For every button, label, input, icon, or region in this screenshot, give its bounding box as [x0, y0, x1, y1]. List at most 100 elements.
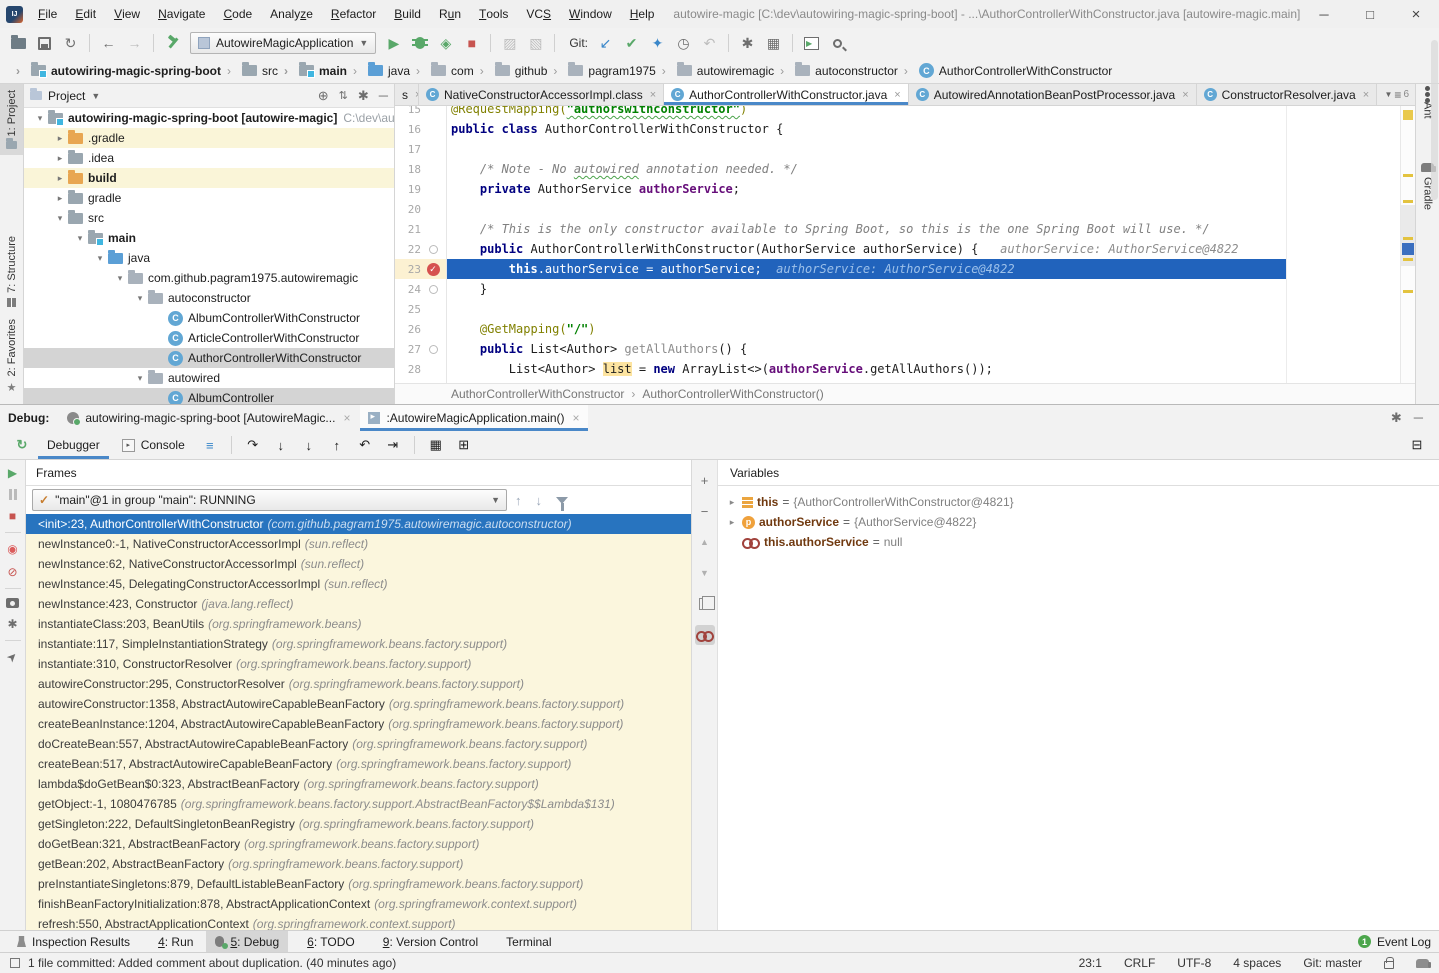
- code-line[interactable]: @RequestMapping("authorswithconstructor"…: [447, 106, 1400, 119]
- stack-frame-row[interactable]: instantiate:117, SimpleInstantiationStra…: [26, 634, 691, 654]
- breadcrumb-item[interactable]: main: [278, 64, 347, 78]
- gutter-line[interactable]: 17: [395, 139, 446, 159]
- variable-row[interactable]: ▸ this = {AuthorControllerWithConstructo…: [718, 492, 1439, 512]
- breadcrumb-item[interactable]: java: [347, 64, 410, 78]
- tool-window-button[interactable]: Inspection Results: [8, 931, 139, 952]
- stack-frame-row[interactable]: newInstance:62, NativeConstructorAccesso…: [26, 554, 691, 574]
- rollback-icon[interactable]: ↶: [697, 31, 722, 55]
- hide-panel-icon[interactable]: ─: [379, 88, 388, 103]
- maximize-button[interactable]: □: [1347, 0, 1393, 28]
- change-mark[interactable]: [1403, 290, 1413, 293]
- code-line[interactable]: [447, 299, 1400, 319]
- tree-node[interactable]: ▾ java: [24, 248, 394, 268]
- tree-chevron-icon[interactable]: ▸: [52, 193, 68, 204]
- sync-icon[interactable]: ↻: [58, 31, 83, 55]
- tree-node[interactable]: ▾ autoconstructor: [24, 288, 394, 308]
- status-widget[interactable]: 4 spaces: [1233, 956, 1281, 970]
- step-icon[interactable]: ⇥: [381, 434, 405, 456]
- tool-window-button[interactable]: 5: Debug: [206, 931, 288, 952]
- code-line[interactable]: [447, 199, 1400, 219]
- gear-icon[interactable]: ✱: [358, 88, 369, 104]
- minimize-button[interactable]: ─: [1301, 0, 1347, 28]
- tree-chevron-icon[interactable]: ▾: [92, 253, 108, 264]
- status-widget[interactable]: Git: master: [1303, 956, 1362, 970]
- step-icon[interactable]: ↓: [269, 434, 293, 456]
- viewport-indicator[interactable]: [1401, 205, 1415, 266]
- project-structure-icon[interactable]: ▦: [761, 31, 786, 55]
- code-line[interactable]: @GetMapping("/"): [447, 319, 1400, 339]
- menu-item[interactable]: View: [105, 0, 149, 28]
- tree-node[interactable]: ▾ main: [24, 228, 394, 248]
- add-watch-icon[interactable]: +: [695, 470, 715, 490]
- expand-chevron-icon[interactable]: ▸: [726, 517, 738, 528]
- collapse-all-icon[interactable]: ⇅: [339, 89, 348, 102]
- status-message-icon[interactable]: [10, 958, 20, 968]
- tree-node[interactable]: AlbumController: [24, 388, 394, 404]
- editor-tab[interactable]: AutowiredAnnotationBeanPostProcessor.jav…: [909, 84, 1197, 105]
- stack-frame-row[interactable]: doCreateBean:557, AbstractAutowireCapabl…: [26, 734, 691, 754]
- gear-icon[interactable]: ✱: [1391, 410, 1402, 426]
- close-icon[interactable]: [343, 411, 350, 425]
- tree-node[interactable]: ▸ .idea: [24, 148, 394, 168]
- pause-icon[interactable]: [9, 489, 17, 500]
- code-area[interactable]: @RequestMapping("authorswithconstructor"…: [447, 106, 1400, 383]
- rerun-icon[interactable]: ↻: [10, 434, 34, 456]
- code-line[interactable]: public AuthorControllerWithConstructor(A…: [447, 239, 1400, 259]
- filter-icon[interactable]: [556, 497, 568, 504]
- fold-icon[interactable]: [429, 285, 438, 294]
- frames-scrollbar[interactable]: [1431, 40, 1438, 200]
- tool-window-button[interactable]: 9: Version Control: [368, 931, 487, 952]
- git-cherry-pick-icon[interactable]: ✦: [645, 31, 670, 55]
- gutter-line[interactable]: 27: [395, 339, 446, 359]
- gutter-line[interactable]: 25: [395, 299, 446, 319]
- step-icon[interactable]: ↶: [353, 434, 377, 456]
- menu-item[interactable]: Build: [385, 0, 430, 28]
- code-line[interactable]: public class AuthorControllerWithConstru…: [447, 119, 1400, 139]
- tree-chevron-icon[interactable]: ▾: [132, 293, 148, 304]
- breadcrumb-class[interactable]: AuthorControllerWithConstructor: [451, 387, 624, 401]
- code-viewport[interactable]: 1516171819202122232425262728 @RequestMap…: [395, 106, 1415, 383]
- code-line[interactable]: this.authorService = authorService; auth…: [447, 259, 1400, 279]
- tree-node[interactable]: ▸ .gradle: [24, 128, 394, 148]
- close-icon[interactable]: [1363, 89, 1369, 101]
- restore-layout-icon[interactable]: ⊞: [452, 434, 476, 456]
- step-icon[interactable]: ↑: [325, 434, 349, 456]
- tree-node[interactable]: ▸ build: [24, 168, 394, 188]
- tree-chevron-icon[interactable]: ▾: [112, 273, 128, 284]
- event-log-button[interactable]: 1 Event Log: [1358, 935, 1431, 949]
- debug-icon[interactable]: [407, 31, 432, 55]
- search-everywhere-icon[interactable]: [825, 31, 850, 55]
- sidebar-tab-structure[interactable]: 7: Structure: [0, 230, 23, 313]
- pin-icon[interactable]: ➤: [4, 648, 21, 665]
- gutter-line[interactable]: 20: [395, 199, 446, 219]
- tree-node[interactable]: AlbumControllerWithConstructor: [24, 308, 394, 328]
- code-line[interactable]: }: [447, 279, 1400, 299]
- tool-window-button[interactable]: Terminal: [491, 931, 560, 952]
- status-message[interactable]: 1 file committed: Added comment about du…: [28, 956, 396, 970]
- editor-tab-clipped[interactable]: s: [395, 84, 419, 105]
- breadcrumb-method[interactable]: AuthorControllerWithConstructor(): [624, 387, 823, 401]
- menu-item[interactable]: VCS: [517, 0, 560, 28]
- stack-frame-row[interactable]: newInstance:423, Constructor(java.lang.r…: [26, 594, 691, 614]
- stack-frame-row[interactable]: createBean:517, AbstractAutowireCapableB…: [26, 754, 691, 774]
- git-update-icon[interactable]: ↙: [593, 31, 618, 55]
- gradle-status-icon[interactable]: [1416, 959, 1429, 968]
- move-up-icon[interactable]: ▲: [695, 532, 715, 552]
- thread-select[interactable]: ✓ "main"@1 in group "main": RUNNING ▼: [32, 489, 507, 511]
- debugger-view-tab[interactable]: Debugger: [38, 431, 109, 459]
- layout-menu-icon[interactable]: ≡: [198, 434, 222, 456]
- sidebar-tab-favorites[interactable]: 2: Favorites ★: [0, 313, 23, 400]
- gutter-line[interactable]: 24: [395, 279, 446, 299]
- tree-node[interactable]: ▸ gradle: [24, 188, 394, 208]
- code-line[interactable]: /* Note - No autowired annotation needed…: [447, 159, 1400, 179]
- tool-window-button[interactable]: 4: Run: [143, 931, 202, 952]
- variable-row[interactable]: this.authorService = null: [718, 532, 1439, 552]
- stop-icon[interactable]: ■: [9, 509, 16, 523]
- settings-layout-icon[interactable]: ⊟: [1405, 434, 1429, 456]
- editor-gutter[interactable]: 1516171819202122232425262728: [395, 106, 447, 383]
- view-breakpoints-icon[interactable]: ◉: [7, 542, 17, 556]
- breakpoint-icon[interactable]: [427, 263, 440, 276]
- evaluate-expression-icon[interactable]: ▦: [424, 434, 448, 456]
- code-line[interactable]: [447, 139, 1400, 159]
- gutter-line[interactable]: 15: [395, 106, 446, 119]
